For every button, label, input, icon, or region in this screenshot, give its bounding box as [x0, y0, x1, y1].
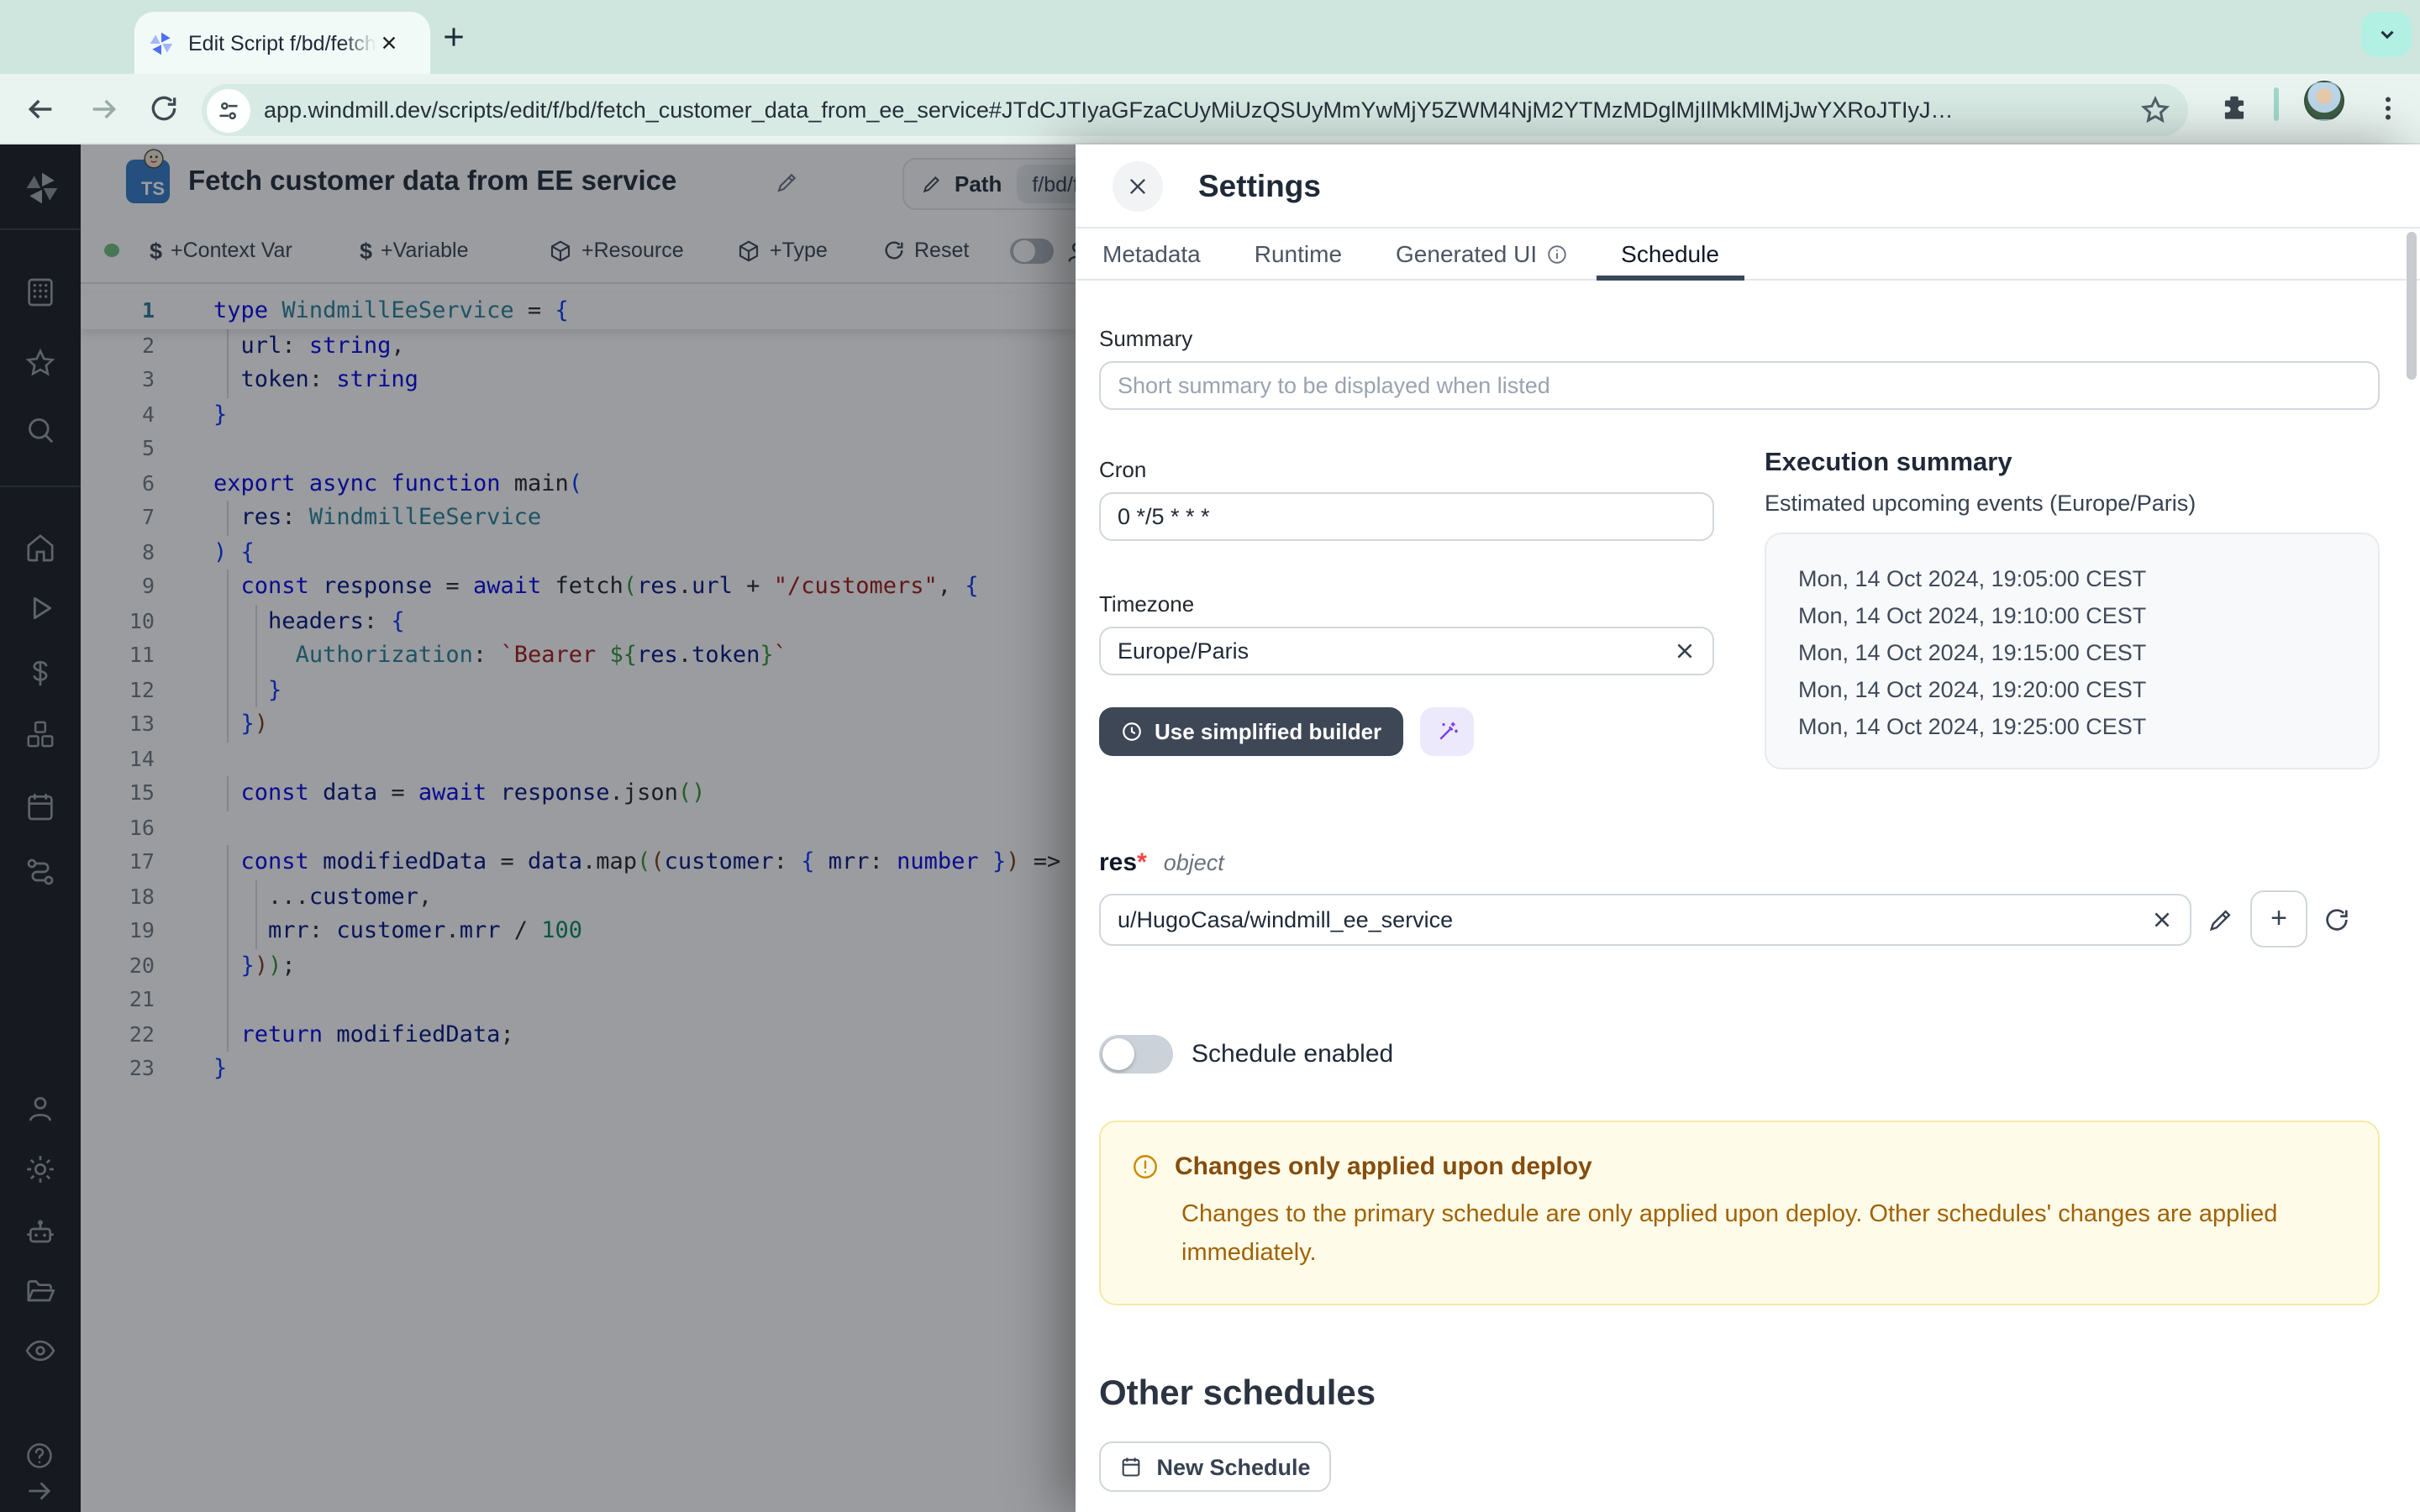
- tab-close-icon[interactable]: [380, 34, 398, 52]
- required-asterisk: *: [1137, 848, 1147, 877]
- browser-tab[interactable]: Edit Script f/bd/fetch_custom: [134, 12, 430, 74]
- summary-input[interactable]: Short summary to be displayed when liste…: [1099, 361, 2380, 410]
- event-item: Mon, 14 Oct 2024, 19:20:00 CEST: [1798, 672, 2378, 709]
- profile-avatar[interactable]: [2304, 81, 2344, 121]
- settings-drawer: Settings Metadata Runtime Generated UI S…: [1076, 144, 2420, 1512]
- cron-label: Cron: [1099, 457, 1714, 482]
- event-item: Mon, 14 Oct 2024, 19:15:00 CEST: [1798, 635, 2378, 672]
- resource-clear-icon[interactable]: [2151, 908, 2173, 930]
- schedule-enabled-toggle[interactable]: [1099, 1035, 1173, 1074]
- res-field-section: res* object u/HugoCasa/windmill_ee_servi…: [1099, 848, 2380, 948]
- upcoming-events-box: Mon, 14 Oct 2024, 19:05:00 CEST Mon, 14 …: [1765, 533, 2380, 769]
- event-item: Mon, 14 Oct 2024, 19:25:00 CEST: [1798, 709, 2378, 746]
- deploy-warning-box: Changes only applied upon deploy Changes…: [1099, 1121, 2380, 1305]
- warning-title: Changes only applied upon deploy: [1175, 1152, 1592, 1181]
- browser-toolbar: app.windmill.dev/scripts/edit/f/bd/fetch…: [0, 74, 2420, 144]
- cron-column: Cron 0 */5 * * * Timezone Europe/Paris: [1099, 449, 1714, 769]
- new-schedule-button[interactable]: New Schedule: [1099, 1441, 1331, 1492]
- add-resource-plus-button[interactable]: +: [2250, 890, 2307, 948]
- drawer-header: Settings: [1076, 144, 2420, 228]
- execution-summary-title: Execution summary: [1765, 449, 2380, 479]
- back-icon[interactable]: [24, 92, 57, 126]
- event-item: Mon, 14 Oct 2024, 19:05:00 CEST: [1798, 561, 2378, 598]
- windmill-favicon-icon: [148, 29, 175, 56]
- ai-wand-button[interactable]: [1420, 707, 1474, 756]
- edit-resource-pencil-icon[interactable]: [2207, 905, 2235, 933]
- forward-icon[interactable]: [87, 92, 121, 126]
- drawer-title: Settings: [1198, 167, 1321, 204]
- tab-search-chevron-button[interactable]: [2361, 12, 2412, 57]
- reload-icon[interactable]: [148, 92, 180, 124]
- drawer-scrollbar[interactable]: [2407, 232, 2417, 380]
- other-schedules-heading: Other schedules: [1099, 1374, 2380, 1415]
- event-item: Mon, 14 Oct 2024, 19:10:00 CEST: [1798, 598, 2378, 635]
- site-settings-icon[interactable]: [207, 88, 250, 132]
- calendar-icon: [1119, 1455, 1143, 1478]
- tab-schedule[interactable]: Schedule: [1621, 228, 1719, 280]
- tab-generated-ui[interactable]: Generated UI: [1396, 228, 1567, 280]
- timezone-input[interactable]: Europe/Paris: [1099, 627, 1714, 675]
- timezone-clear-icon[interactable]: [1674, 640, 1696, 662]
- bookmark-star-icon[interactable]: [2139, 94, 2171, 126]
- schedule-enabled-label: Schedule enabled: [1192, 1040, 1393, 1068]
- warning-body: Changes to the primary schedule are only…: [1131, 1196, 2324, 1272]
- cron-input[interactable]: 0 */5 * * *: [1099, 492, 1714, 541]
- timezone-label: Timezone: [1099, 591, 1714, 617]
- settings-tabs: Metadata Runtime Generated UI Schedule: [1076, 228, 2420, 281]
- refresh-resources-icon[interactable]: [2323, 905, 2351, 933]
- resource-input[interactable]: u/HugoCasa/windmill_ee_service: [1099, 893, 2191, 945]
- execution-summary-column: Execution summary Estimated upcoming eve…: [1765, 449, 2380, 769]
- res-field-type: object: [1164, 850, 1224, 875]
- info-icon: [1545, 243, 1567, 265]
- address-bar[interactable]: app.windmill.dev/scripts/edit/f/bd/fetch…: [202, 84, 2188, 136]
- summary-label: Summary: [1099, 326, 2380, 351]
- extensions-icon[interactable]: [2218, 92, 2250, 124]
- close-icon[interactable]: [1113, 160, 1163, 211]
- url-text: app.windmill.dev/scripts/edit/f/bd/fetch…: [264, 97, 2139, 123]
- schedule-tab-panel: Summary Short summary to be displayed wh…: [1076, 326, 2420, 1512]
- tab-title: Edit Script f/bd/fetch_custom: [188, 31, 376, 55]
- modal-dim-overlay[interactable]: [0, 144, 1076, 1512]
- magic-wand-icon: [1434, 719, 1460, 744]
- browser-window: Edit Script f/bd/fetch_custom: [0, 0, 2420, 1512]
- summary-placeholder: Short summary to be displayed when liste…: [1118, 373, 1550, 398]
- use-simplified-builder-button[interactable]: Use simplified builder: [1099, 707, 1403, 756]
- browser-menu-icon[interactable]: [2373, 91, 2403, 126]
- tab-runtime[interactable]: Runtime: [1255, 228, 1342, 280]
- res-field-name: res*: [1099, 848, 1147, 877]
- screenshot-viewport: Edit Script f/bd/fetch_custom: [0, 0, 2420, 1512]
- execution-summary-subtitle: Estimated upcoming events (Europe/Paris): [1765, 491, 2380, 516]
- schedule-enabled-row: Schedule enabled: [1099, 1035, 2380, 1074]
- new-tab-button[interactable]: [440, 24, 467, 50]
- warning-icon: [1131, 1152, 1160, 1181]
- clock-icon: [1121, 721, 1143, 743]
- browser-tab-strip: Edit Script f/bd/fetch_custom: [0, 0, 2420, 74]
- tab-metadata[interactable]: Metadata: [1102, 228, 1201, 280]
- toolbar-separator: [2274, 87, 2278, 121]
